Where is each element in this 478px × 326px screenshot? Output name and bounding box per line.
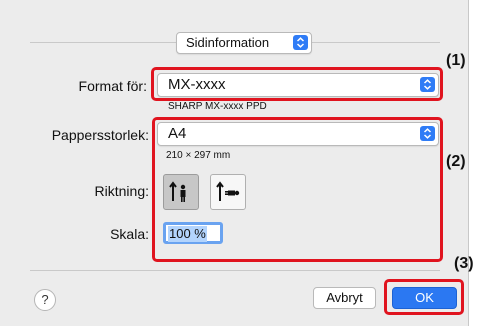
page-setup-popup[interactable]: Sidinformation	[176, 32, 312, 54]
chevron-updown-icon	[293, 35, 308, 50]
callout-label-1: (1)	[446, 52, 466, 69]
top-separator-left	[30, 42, 176, 43]
printer-description: SHARP MX-xxxx PPD	[168, 101, 267, 112]
callout-box-1	[151, 67, 443, 101]
orientation-label: Riktning:	[94, 183, 149, 199]
top-separator-right	[310, 42, 440, 43]
callout-label-2: (2)	[446, 153, 466, 170]
page-setup-popup-label: Sidinformation	[186, 35, 270, 50]
cancel-button[interactable]: Avbryt	[313, 287, 376, 309]
scale-label: Skala:	[110, 226, 149, 242]
bottom-separator	[30, 270, 440, 271]
paper-size-label: Pappersstorlek:	[51, 127, 149, 143]
help-button[interactable]: ?	[34, 289, 56, 311]
callout-box-2	[152, 117, 443, 262]
format-for-label: Format för:	[78, 78, 147, 94]
callout-label-3: (3)	[454, 255, 474, 272]
callout-box-3	[384, 279, 464, 315]
